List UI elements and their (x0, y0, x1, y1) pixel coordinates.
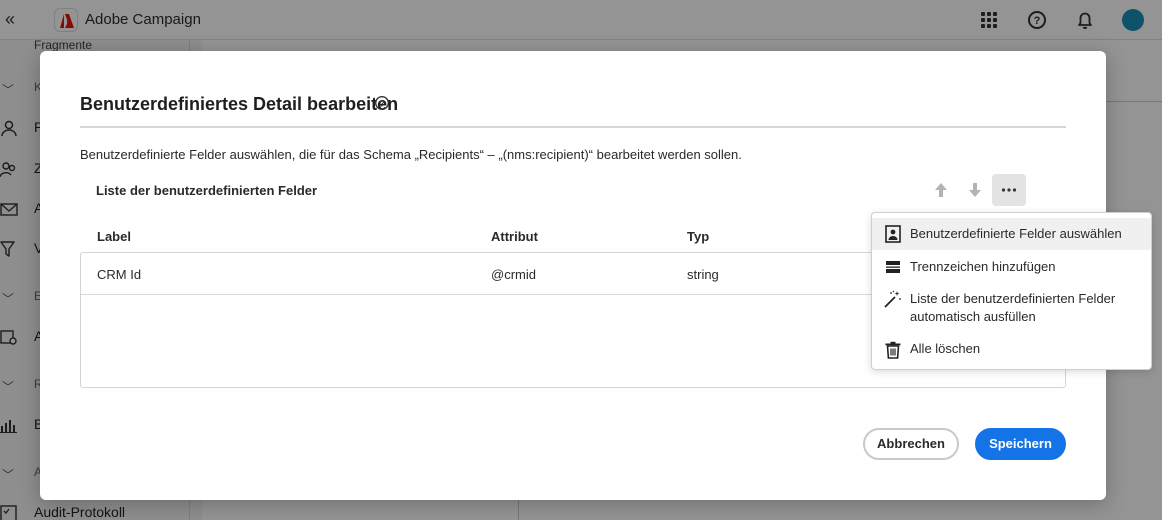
arrow-up-icon (935, 183, 947, 197)
cancel-button[interactable]: Abbrechen (863, 428, 959, 460)
column-header-type[interactable]: Typ (687, 229, 709, 244)
more-actions-button[interactable] (992, 174, 1026, 206)
menu-item-label: Liste der benutzerdefinierten Felder (910, 291, 1116, 306)
more-actions-menu: Benutzerdefinierte Felder auswählen Tren… (871, 212, 1152, 370)
cell-label: CRM Id (97, 267, 142, 282)
menu-item-select-custom-fields[interactable]: Benutzerdefinierte Felder auswählen (872, 218, 1151, 250)
arrow-down-icon (969, 183, 981, 197)
cell-attribute: @crmid (491, 267, 536, 282)
move-down-button[interactable] (958, 174, 992, 206)
menu-item-autofill-custom-fields[interactable]: Liste der benutzerdefinierten Felder aut… (872, 284, 1151, 330)
more-icon (1001, 188, 1017, 192)
list-title: Liste der benutzerdefinierten Felder (96, 183, 318, 198)
dialog-title: Benutzerdefiniertes Detail bearbeiten (80, 94, 399, 114)
trash-icon (884, 341, 902, 359)
cell-type: string (687, 267, 719, 282)
menu-item-label-line2: automatisch ausfüllen (910, 309, 1036, 324)
dialog-description: Benutzerdefinierte Felder auswählen, die… (80, 147, 742, 162)
menu-item-label: Alle löschen (910, 341, 981, 356)
separator-icon (884, 258, 902, 276)
svg-text:?: ? (379, 99, 385, 109)
menu-item-add-separator[interactable]: Trennzeichen hinzufügen (872, 252, 1151, 282)
help-icon[interactable]: ? (374, 95, 390, 111)
save-button[interactable]: Speichern (975, 428, 1066, 460)
select-fields-icon (884, 225, 902, 243)
title-divider (80, 126, 1066, 128)
column-header-label[interactable]: Label (97, 229, 131, 244)
magic-wand-icon (884, 290, 902, 308)
column-header-attribute[interactable]: Attribut (491, 229, 538, 244)
menu-item-label: Benutzerdefinierte Felder auswählen (910, 226, 1122, 241)
menu-item-delete-all[interactable]: Alle löschen (872, 334, 1151, 364)
move-up-button[interactable] (924, 174, 958, 206)
menu-item-label: Trennzeichen hinzufügen (910, 259, 1056, 274)
